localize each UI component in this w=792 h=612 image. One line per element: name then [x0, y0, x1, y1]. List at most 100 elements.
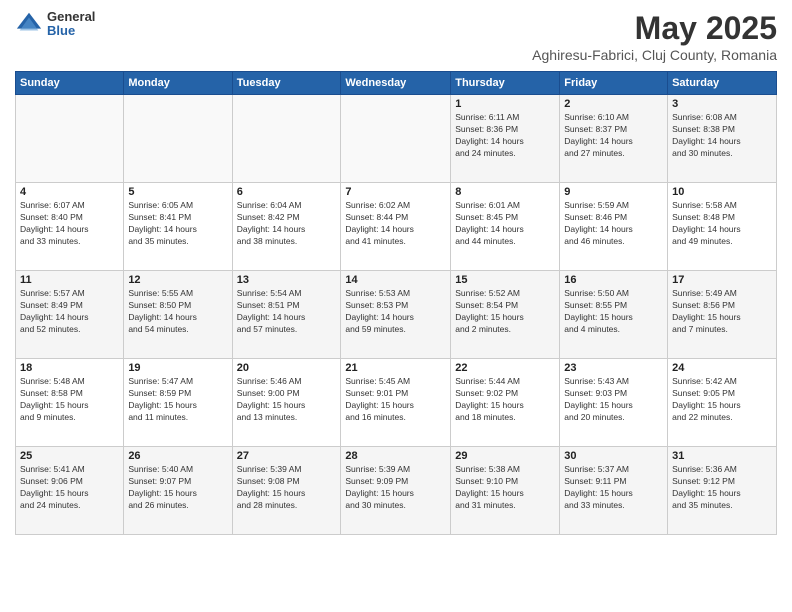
day-number: 19: [128, 362, 227, 374]
calendar-cell: 12 Sunrise: 5:55 AM Sunset: 8:50 PM Dayli…: [124, 271, 232, 359]
day-number: 29: [455, 450, 555, 462]
day-number: 10: [672, 186, 772, 198]
day-info: Sunrise: 5:52 AM Sunset: 8:54 PM Dayligh…: [455, 288, 555, 336]
col-tuesday: Tuesday: [232, 72, 341, 95]
subtitle: Aghiresu-Fabrici, Cluj County, Romania: [532, 47, 777, 63]
day-number: 27: [237, 450, 337, 462]
day-number: 2: [564, 98, 663, 110]
week-row-5: 25 Sunrise: 5:41 AM Sunset: 9:06 PM Dayli…: [16, 447, 777, 535]
calendar-cell: 20 Sunrise: 5:46 AM Sunset: 9:00 PM Dayli…: [232, 359, 341, 447]
col-saturday: Saturday: [668, 72, 777, 95]
calendar-cell: 5 Sunrise: 6:05 AM Sunset: 8:41 PM Daylig…: [124, 183, 232, 271]
calendar-cell: 26 Sunrise: 5:40 AM Sunset: 9:07 PM Dayli…: [124, 447, 232, 535]
day-info: Sunrise: 5:55 AM Sunset: 8:50 PM Dayligh…: [128, 288, 227, 336]
day-info: Sunrise: 6:01 AM Sunset: 8:45 PM Dayligh…: [455, 200, 555, 248]
calendar-cell: 18 Sunrise: 5:48 AM Sunset: 8:58 PM Dayli…: [16, 359, 124, 447]
day-info: Sunrise: 5:46 AM Sunset: 9:00 PM Dayligh…: [237, 376, 337, 424]
day-info: Sunrise: 5:50 AM Sunset: 8:55 PM Dayligh…: [564, 288, 663, 336]
calendar-cell: 29Sunrise: 5:38 AM Sunset: 9:10 PM Dayli…: [451, 447, 560, 535]
calendar-cell: 24 Sunrise: 5:42 AM Sunset: 9:05 PM Dayli…: [668, 359, 777, 447]
calendar-cell: 9 Sunrise: 5:59 AM Sunset: 8:46 PM Daylig…: [560, 183, 668, 271]
week-row-3: 11 Sunrise: 5:57 AM Sunset: 8:49 PM Dayli…: [16, 271, 777, 359]
day-info: Sunrise: 5:54 AM Sunset: 8:51 PM Dayligh…: [237, 288, 337, 336]
day-number: 20: [237, 362, 337, 374]
calendar-cell: [341, 95, 451, 183]
day-info: Sunrise: 5:37 AM Sunset: 9:11 PM Dayligh…: [564, 464, 663, 512]
day-number: 16: [564, 274, 663, 286]
page: General Blue May 2025 Aghiresu-Fabrici, …: [0, 0, 792, 612]
col-sunday: Sunday: [16, 72, 124, 95]
calendar-cell: 4Sunrise: 6:07 AM Sunset: 8:40 PM Daylig…: [16, 183, 124, 271]
calendar-cell: 22 Sunrise: 5:44 AM Sunset: 9:02 PM Dayli…: [451, 359, 560, 447]
calendar-cell: [16, 95, 124, 183]
day-info: Sunrise: 5:40 AM Sunset: 9:07 PM Dayligh…: [128, 464, 227, 512]
week-row-1: 1 Sunrise: 6:11 AM Sunset: 8:36 PM Daylig…: [16, 95, 777, 183]
header: General Blue May 2025 Aghiresu-Fabrici, …: [15, 10, 777, 63]
calendar-cell: 2 Sunrise: 6:10 AM Sunset: 8:37 PM Daylig…: [560, 95, 668, 183]
calendar-cell: 13Sunrise: 5:54 AM Sunset: 8:51 PM Dayli…: [232, 271, 341, 359]
day-info: Sunrise: 6:11 AM Sunset: 8:36 PM Dayligh…: [455, 112, 555, 160]
calendar-cell: 1 Sunrise: 6:11 AM Sunset: 8:36 PM Daylig…: [451, 95, 560, 183]
day-info: Sunrise: 5:57 AM Sunset: 8:49 PM Dayligh…: [20, 288, 119, 336]
main-title: May 2025: [532, 10, 777, 47]
day-number: 12: [128, 274, 227, 286]
logo-general: General: [47, 10, 95, 24]
calendar-cell: 27 Sunrise: 5:39 AM Sunset: 9:08 PM Dayli…: [232, 447, 341, 535]
day-info: Sunrise: 5:39 AM Sunset: 9:08 PM Dayligh…: [237, 464, 337, 512]
day-info: Sunrise: 5:59 AM Sunset: 8:46 PM Dayligh…: [564, 200, 663, 248]
day-number: 15: [455, 274, 555, 286]
day-info: Sunrise: 5:42 AM Sunset: 9:05 PM Dayligh…: [672, 376, 772, 424]
day-info: Sunrise: 5:44 AM Sunset: 9:02 PM Dayligh…: [455, 376, 555, 424]
day-number: 23: [564, 362, 663, 374]
day-number: 14: [345, 274, 446, 286]
calendar-cell: 16 Sunrise: 5:50 AM Sunset: 8:55 PM Dayli…: [560, 271, 668, 359]
day-number: 5: [128, 186, 227, 198]
day-number: 1: [455, 98, 555, 110]
day-number: 31: [672, 450, 772, 462]
day-info: Sunrise: 5:43 AM Sunset: 9:03 PM Dayligh…: [564, 376, 663, 424]
col-monday: Monday: [124, 72, 232, 95]
day-info: Sunrise: 6:08 AM Sunset: 8:38 PM Dayligh…: [672, 112, 772, 160]
day-info: Sunrise: 5:48 AM Sunset: 8:58 PM Dayligh…: [20, 376, 119, 424]
day-info: Sunrise: 6:04 AM Sunset: 8:42 PM Dayligh…: [237, 200, 337, 248]
logo-text: General Blue: [47, 10, 95, 39]
calendar-cell: 15 Sunrise: 5:52 AM Sunset: 8:54 PM Dayli…: [451, 271, 560, 359]
day-number: 3: [672, 98, 772, 110]
calendar-cell: 31Sunrise: 5:36 AM Sunset: 9:12 PM Dayli…: [668, 447, 777, 535]
calendar-cell: 7 Sunrise: 6:02 AM Sunset: 8:44 PM Daylig…: [341, 183, 451, 271]
calendar-cell: 25 Sunrise: 5:41 AM Sunset: 9:06 PM Dayli…: [16, 447, 124, 535]
day-info: Sunrise: 6:10 AM Sunset: 8:37 PM Dayligh…: [564, 112, 663, 160]
calendar-cell: 8Sunrise: 6:01 AM Sunset: 8:45 PM Daylig…: [451, 183, 560, 271]
day-number: 28: [345, 450, 446, 462]
calendar-cell: [232, 95, 341, 183]
day-number: 9: [564, 186, 663, 198]
calendar-header: Sunday Monday Tuesday Wednesday Thursday…: [16, 72, 777, 95]
title-area: May 2025 Aghiresu-Fabrici, Cluj County, …: [532, 10, 777, 63]
logo-blue: Blue: [47, 24, 95, 38]
calendar-cell: 19Sunrise: 5:47 AM Sunset: 8:59 PM Dayli…: [124, 359, 232, 447]
day-number: 30: [564, 450, 663, 462]
day-info: Sunrise: 5:41 AM Sunset: 9:06 PM Dayligh…: [20, 464, 119, 512]
day-number: 21: [345, 362, 446, 374]
calendar-cell: 17Sunrise: 5:49 AM Sunset: 8:56 PM Dayli…: [668, 271, 777, 359]
col-friday: Friday: [560, 72, 668, 95]
day-number: 26: [128, 450, 227, 462]
day-number: 22: [455, 362, 555, 374]
calendar-cell: 30 Sunrise: 5:37 AM Sunset: 9:11 PM Dayli…: [560, 447, 668, 535]
calendar-cell: [124, 95, 232, 183]
calendar-cell: 21Sunrise: 5:45 AM Sunset: 9:01 PM Dayli…: [341, 359, 451, 447]
day-info: Sunrise: 5:58 AM Sunset: 8:48 PM Dayligh…: [672, 200, 772, 248]
day-number: 7: [345, 186, 446, 198]
day-number: 25: [20, 450, 119, 462]
day-number: 24: [672, 362, 772, 374]
day-number: 11: [20, 274, 119, 286]
day-number: 4: [20, 186, 119, 198]
logo: General Blue: [15, 10, 95, 39]
day-number: 18: [20, 362, 119, 374]
day-info: Sunrise: 6:02 AM Sunset: 8:44 PM Dayligh…: [345, 200, 446, 248]
day-info: Sunrise: 5:49 AM Sunset: 8:56 PM Dayligh…: [672, 288, 772, 336]
week-row-2: 4Sunrise: 6:07 AM Sunset: 8:40 PM Daylig…: [16, 183, 777, 271]
calendar-cell: 28Sunrise: 5:39 AM Sunset: 9:09 PM Dayli…: [341, 447, 451, 535]
day-info: Sunrise: 6:05 AM Sunset: 8:41 PM Dayligh…: [128, 200, 227, 248]
calendar-cell: 6Sunrise: 6:04 AM Sunset: 8:42 PM Daylig…: [232, 183, 341, 271]
